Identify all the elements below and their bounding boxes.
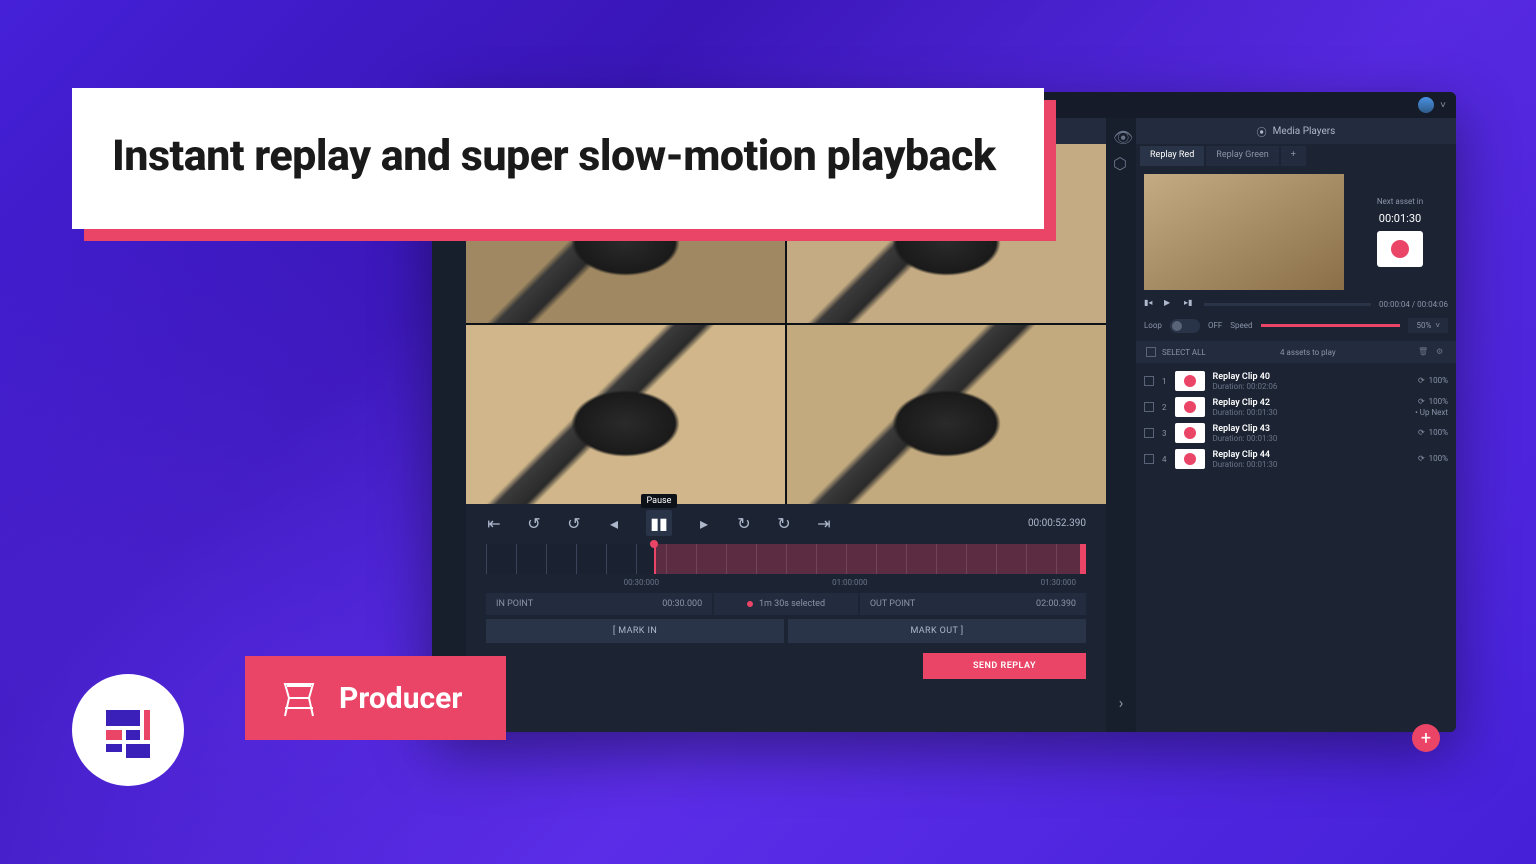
- current-timecode: 00:00:52.390: [1028, 518, 1086, 529]
- trash-icon[interactable]: 🗑: [1418, 347, 1428, 357]
- play-button[interactable]: ▶: [1164, 298, 1176, 310]
- producer-label: Producer: [339, 681, 462, 716]
- clip-item: 1 Replay Clip 40Duration: 00:02:06 ⟳ 100…: [1144, 371, 1448, 391]
- time-axis: 00:30:000 01:00:000 01:30:000: [486, 576, 1086, 593]
- clip-item: 2 Replay Clip 42Duration: 00:01:30 ⟳ 100…: [1144, 397, 1448, 417]
- loop-label: Loop: [1144, 321, 1162, 330]
- preview-progress[interactable]: [1204, 303, 1371, 306]
- clip-thumb[interactable]: [1175, 423, 1205, 443]
- in-point-display: IN POINT00:30.000: [486, 593, 712, 615]
- clip-checkbox[interactable]: [1144, 402, 1154, 412]
- tab-add[interactable]: +: [1281, 146, 1306, 166]
- camera-3[interactable]: [466, 325, 785, 504]
- clip-checkbox[interactable]: [1144, 376, 1154, 386]
- speed-slider[interactable]: [1261, 324, 1401, 327]
- gear-icon[interactable]: ⚙: [1436, 347, 1446, 357]
- clip-speed: ⟳ 100%: [1418, 376, 1448, 385]
- media-players-header: ⦿Media Players: [1136, 118, 1456, 144]
- clip-speed: ⟳ 100%: [1418, 397, 1448, 406]
- fwd-5-icon[interactable]: ↻: [736, 515, 752, 531]
- second-rail: 👁 ⬡ ›: [1106, 118, 1136, 732]
- clip-item: 3 Replay Clip 43Duration: 00:01:30 ⟳ 100…: [1144, 423, 1448, 443]
- tab-replay-red[interactable]: Replay Red: [1140, 146, 1204, 166]
- back-10-icon[interactable]: ↺: [526, 515, 542, 531]
- media-players-panel: ⦿Media Players Replay Red Replay Green +…: [1136, 118, 1456, 732]
- frame-fwd-icon[interactable]: ▸: [696, 515, 712, 531]
- preview-thumbnail[interactable]: [1144, 174, 1344, 290]
- replay-thumb-icon[interactable]: [1377, 231, 1423, 267]
- marketing-headline-box: Instant replay and super slow-motion pla…: [72, 88, 1044, 229]
- fwd-10-icon[interactable]: ↻: [776, 515, 792, 531]
- clip-thumb[interactable]: [1175, 371, 1205, 391]
- next-button[interactable]: ▸▮: [1184, 298, 1196, 310]
- pause-button[interactable]: ▮▮: [646, 510, 672, 536]
- next-asset-time: 00:01:30: [1379, 212, 1421, 225]
- select-all-checkbox[interactable]: [1146, 347, 1156, 357]
- director-chair-icon: [281, 678, 317, 718]
- add-fab[interactable]: +: [1412, 724, 1440, 752]
- out-point-display: OUT POINT02:00.390: [860, 593, 1086, 615]
- jump-start-icon[interactable]: ⇤: [486, 515, 502, 531]
- avatar[interactable]: [1418, 97, 1434, 113]
- tab-replay-green[interactable]: Replay Green: [1206, 146, 1279, 166]
- selected-duration: 1m 30s selected: [714, 593, 858, 615]
- prev-button[interactable]: ▮◂: [1144, 298, 1156, 310]
- loop-off: OFF: [1208, 321, 1222, 330]
- clip-speed: ⟳ 100%: [1418, 428, 1448, 437]
- back-5-icon[interactable]: ↺: [566, 515, 582, 531]
- producer-logo-icon: [100, 702, 156, 758]
- clip-item: 4 Replay Clip 44Duration: 00:01:30 ⟳ 100…: [1144, 449, 1448, 469]
- send-replay-button[interactable]: SEND REPLAY: [923, 653, 1086, 679]
- mark-out-button[interactable]: MARK OUT ]: [788, 619, 1086, 643]
- app-logo: [72, 674, 184, 786]
- clip-list: 1 Replay Clip 40Duration: 00:02:06 ⟳ 100…: [1136, 363, 1456, 477]
- frame-back-icon[interactable]: ◂: [606, 515, 622, 531]
- clip-speed: ⟳ 100%: [1418, 454, 1448, 463]
- clip-thumb[interactable]: [1175, 449, 1205, 469]
- marketing-headline: Instant replay and super slow-motion pla…: [112, 124, 996, 189]
- rail2-icon-2[interactable]: ⬡: [1113, 154, 1129, 170]
- expand-icon[interactable]: ›: [1119, 693, 1124, 712]
- rail2-icon-1[interactable]: 👁: [1113, 128, 1129, 144]
- clip-checkbox[interactable]: [1144, 454, 1154, 464]
- producer-badge: Producer: [245, 656, 506, 740]
- timeline[interactable]: [486, 544, 1086, 574]
- clip-thumb[interactable]: [1175, 397, 1205, 417]
- transport-controls: ⇤ ↺ ↺ ◂ ▮▮ ▸ ↻ ↻ ⇥ 00:00:52.390: [466, 504, 1106, 689]
- clip-checkbox[interactable]: [1144, 428, 1154, 438]
- mark-in-button[interactable]: [ MARK IN: [486, 619, 784, 643]
- chevron-down-icon[interactable]: ˅: [1440, 100, 1446, 111]
- asset-count: 4 assets to play: [1206, 348, 1410, 357]
- speed-dropdown[interactable]: 50%˅: [1408, 318, 1448, 333]
- preview-time: 00:00:04 / 00:04:06: [1379, 300, 1448, 309]
- next-asset-label: Next asset in: [1377, 197, 1423, 206]
- record-icon: ⦿: [1257, 124, 1267, 139]
- speed-label: Speed: [1230, 321, 1252, 330]
- camera-4[interactable]: [787, 325, 1106, 504]
- jump-end-icon[interactable]: ⇥: [816, 515, 832, 531]
- select-all-label[interactable]: SELECT ALL: [1162, 348, 1206, 357]
- loop-toggle[interactable]: [1170, 319, 1200, 333]
